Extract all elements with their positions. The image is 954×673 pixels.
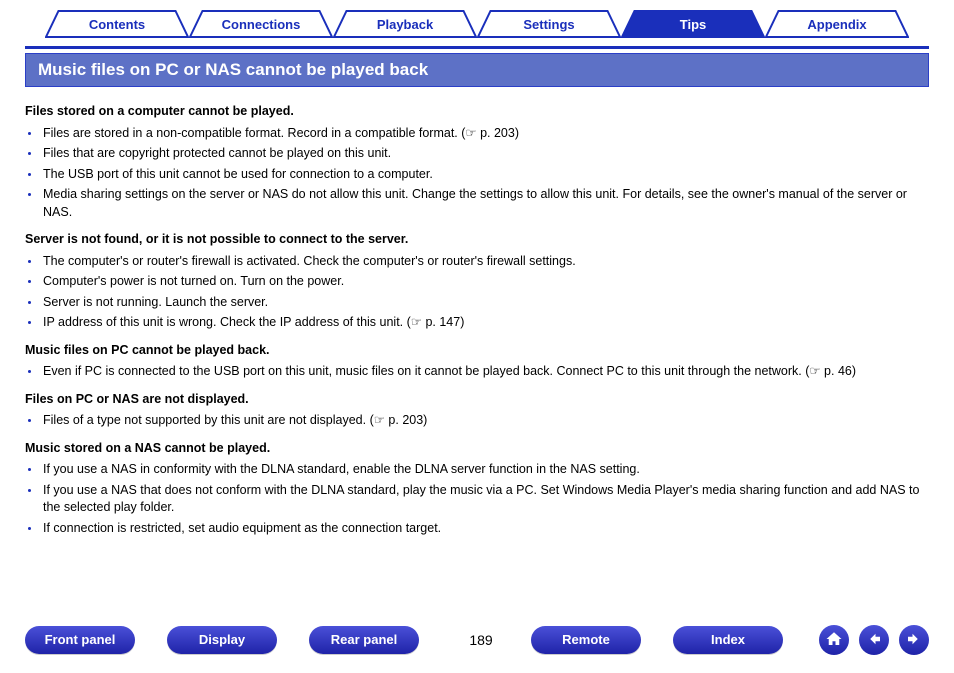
tab-label: Playback	[333, 10, 477, 38]
list-item: Server is not running. Launch the server…	[41, 294, 929, 312]
tab-label: Tips	[621, 10, 765, 38]
arrow-right-icon	[905, 630, 923, 651]
footer: Front panel Display Rear panel 189 Remot…	[25, 625, 929, 655]
content-body: Files stored on a computer cannot be pla…	[25, 87, 929, 537]
list-item: Computer's power is not turned on. Turn …	[41, 273, 929, 291]
list-item: If you use a NAS that does not conform w…	[41, 482, 929, 517]
tab-label: Settings	[477, 10, 621, 38]
tab-contents[interactable]: Contents	[45, 10, 189, 38]
list-item: Media sharing settings on the server or …	[41, 186, 929, 221]
front-panel-button[interactable]: Front panel	[25, 626, 135, 654]
rear-panel-button[interactable]: Rear panel	[309, 626, 419, 654]
index-button[interactable]: Index	[673, 626, 783, 654]
bullet-list: Files are stored in a non-compatible for…	[25, 125, 929, 222]
display-button[interactable]: Display	[167, 626, 277, 654]
tab-label: Connections	[189, 10, 333, 38]
section-heading: Files on PC or NAS are not displayed.	[25, 391, 929, 409]
tab-playback[interactable]: Playback	[333, 10, 477, 38]
tab-settings[interactable]: Settings	[477, 10, 621, 38]
content-frame: Music files on PC or NAS cannot be playe…	[25, 46, 929, 537]
page-title: Music files on PC or NAS cannot be playe…	[25, 53, 929, 87]
list-item: Files are stored in a non-compatible for…	[41, 125, 929, 143]
tab-label: Contents	[45, 10, 189, 38]
section-heading: Server is not found, or it is not possib…	[25, 231, 929, 249]
page-number: 189	[451, 632, 511, 648]
list-item: IP address of this unit is wrong. Check …	[41, 314, 929, 332]
next-page-button[interactable]	[899, 625, 929, 655]
top-tabs: Contents Connections Playback Settings T…	[45, 10, 909, 38]
list-item: Files of a type not supported by this un…	[41, 412, 929, 430]
tab-label: Appendix	[765, 10, 909, 38]
nav-icons	[819, 625, 929, 655]
list-item: Files that are copyright protected canno…	[41, 145, 929, 163]
prev-page-button[interactable]	[859, 625, 889, 655]
home-button[interactable]	[819, 625, 849, 655]
tab-appendix[interactable]: Appendix	[765, 10, 909, 38]
list-item: The computer's or router's firewall is a…	[41, 253, 929, 271]
section-heading: Files stored on a computer cannot be pla…	[25, 103, 929, 121]
section-heading: Music stored on a NAS cannot be played.	[25, 440, 929, 458]
bullet-list: If you use a NAS in conformity with the …	[25, 461, 929, 537]
list-item: If connection is restricted, set audio e…	[41, 520, 929, 538]
arrow-left-icon	[865, 630, 883, 651]
remote-button[interactable]: Remote	[531, 626, 641, 654]
tab-tips[interactable]: Tips	[621, 10, 765, 38]
tab-connections[interactable]: Connections	[189, 10, 333, 38]
list-item: If you use a NAS in conformity with the …	[41, 461, 929, 479]
bullet-list: Even if PC is connected to the USB port …	[25, 363, 929, 381]
list-item: Even if PC is connected to the USB port …	[41, 363, 929, 381]
section-heading: Music files on PC cannot be played back.	[25, 342, 929, 360]
bullet-list: Files of a type not supported by this un…	[25, 412, 929, 430]
home-icon	[825, 630, 843, 651]
bullet-list: The computer's or router's firewall is a…	[25, 253, 929, 332]
list-item: The USB port of this unit cannot be used…	[41, 166, 929, 184]
